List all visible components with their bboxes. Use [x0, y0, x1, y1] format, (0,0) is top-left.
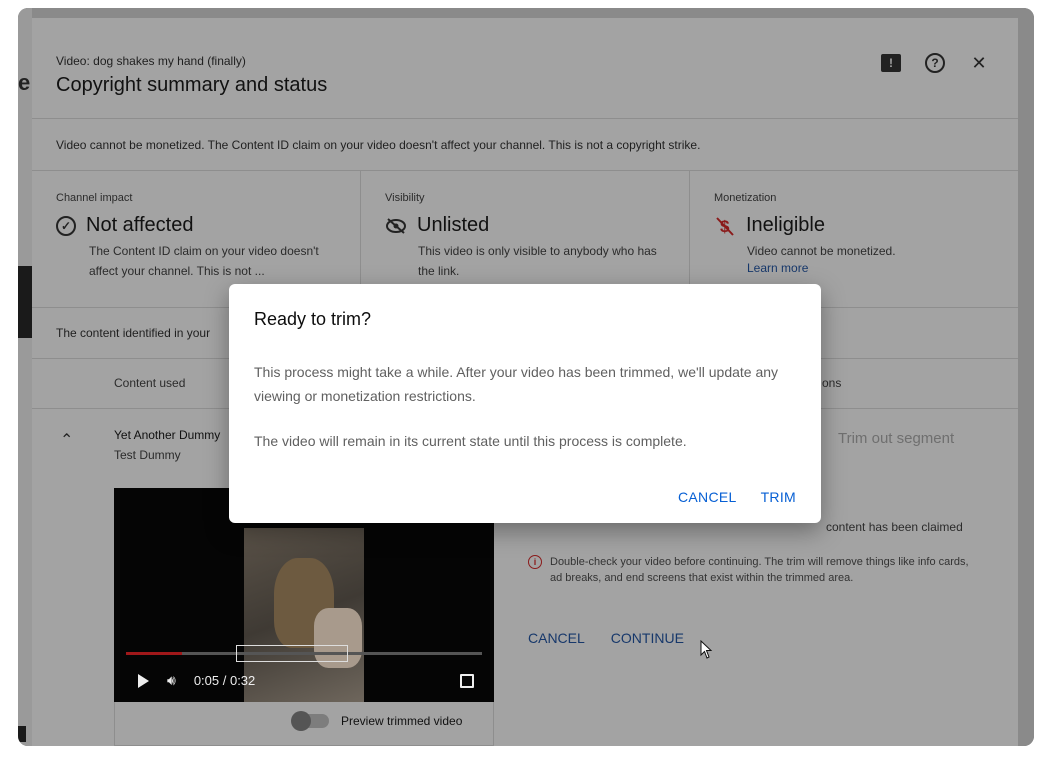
- dialog-title: Ready to trim?: [254, 309, 372, 329]
- column-description: Video cannot be monetized.: [747, 244, 896, 258]
- info-icon: i: [528, 555, 542, 569]
- feedback-icon[interactable]: !: [880, 52, 902, 74]
- play-icon[interactable]: [138, 673, 149, 688]
- monetization-notice: Video cannot be monetized. The Content I…: [56, 138, 701, 152]
- no-money-icon: $: [714, 215, 736, 237]
- dialog-trim-button[interactable]: TRIM: [761, 489, 796, 505]
- claim-content-title: Yet Another Dummy: [114, 428, 221, 442]
- dialog-text: This process might take a while. After y…: [254, 364, 779, 404]
- claimed-text: content has been claimed: [826, 520, 963, 534]
- column-description: This video is only visible to anybody wh…: [418, 244, 657, 278]
- panel-title: Copyright summary and status: [56, 74, 328, 96]
- close-icon[interactable]: ✕: [968, 52, 990, 74]
- ready-to-trim-dialog: Ready to trim? This process might take a…: [229, 284, 821, 523]
- column-description: The Content ID claim on your video doesn…: [89, 244, 319, 278]
- column-status: Not affected: [86, 214, 194, 236]
- content-used-header: Content used: [114, 376, 186, 390]
- preview-toggle-row: Preview trimmed video: [114, 702, 494, 746]
- cancel-button[interactable]: CANCEL: [528, 630, 585, 646]
- chevron-up-icon[interactable]: ⌃: [60, 430, 73, 450]
- dialog-cancel-button[interactable]: CANCEL: [678, 489, 737, 505]
- content-identified-text: The content identified in your: [56, 326, 211, 340]
- check-circle-icon: ✓: [56, 215, 76, 236]
- mouse-cursor-icon: [700, 640, 713, 659]
- dialog-actions: CANCEL TRIM: [678, 489, 796, 505]
- video-frame: [244, 528, 364, 702]
- trim-warning: i Double-check your video before continu…: [528, 554, 978, 586]
- header-icons: ! ? ✕: [880, 52, 990, 74]
- divider: [32, 118, 1018, 119]
- background-actions: CANCEL CONTINUE: [528, 630, 684, 646]
- warning-text: Double-check your video before continuin…: [550, 556, 969, 584]
- continue-button[interactable]: CONTINUE: [611, 630, 684, 646]
- column-status: Unlisted: [417, 214, 490, 236]
- column-label: Channel impact: [56, 192, 133, 204]
- fullscreen-icon[interactable]: [460, 674, 474, 688]
- column-status: Ineligible: [746, 214, 825, 236]
- preview-label: Preview trimmed video: [341, 714, 463, 728]
- player-controls: 🔊︎ 0:05 / 0:32: [138, 672, 255, 689]
- trim-out-segment-action[interactable]: Trim out segment: [838, 430, 954, 447]
- left-edge-dark-block: [18, 266, 32, 338]
- left-edge-text: e: [18, 70, 31, 95]
- video-label: Video: dog shakes my hand (finally): [56, 54, 246, 68]
- column-label: Visibility: [385, 192, 425, 204]
- help-icon[interactable]: ?: [924, 52, 946, 74]
- learn-more-link[interactable]: Learn more: [747, 261, 1018, 275]
- left-edge-bar: [18, 726, 26, 742]
- dialog-body: This process might take a while. After y…: [254, 360, 794, 474]
- dialog-text: The video will remain in its current sta…: [254, 433, 687, 449]
- eye-off-icon: [385, 215, 407, 237]
- actions-header: ons: [822, 376, 842, 390]
- trim-selection-box[interactable]: [236, 645, 348, 662]
- preview-toggle[interactable]: [291, 711, 329, 731]
- left-page-edge: e: [18, 8, 32, 746]
- time-readout: 0:05 / 0:32: [193, 673, 256, 688]
- column-label: Monetization: [714, 192, 777, 204]
- progress-fill: [126, 652, 182, 655]
- claim-content-owner: Test Dummy: [114, 448, 181, 462]
- volume-icon[interactable]: 🔊︎: [167, 672, 176, 689]
